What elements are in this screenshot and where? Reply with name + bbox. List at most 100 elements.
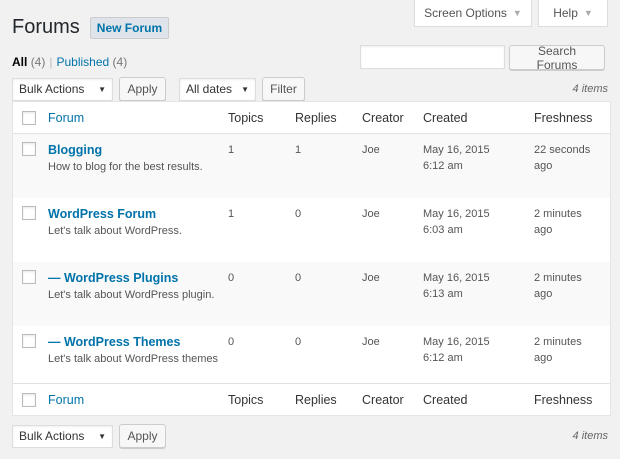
forum-description: Let's talk about WordPress.: [48, 225, 182, 237]
created-cell: May 16, 2015 6:12 am: [423, 334, 490, 366]
caret-down-icon: ▼: [98, 431, 106, 441]
created-cell: May 16, 2015 6:13 am: [423, 270, 490, 302]
row-checkbox[interactable]: [22, 334, 36, 348]
row-checkbox[interactable]: [22, 142, 36, 156]
forums-table: Forum Topics Replies Creator Created Fre…: [12, 101, 611, 416]
table-row: — WordPress Themes Let's talk about Word…: [13, 326, 610, 390]
replies-count: 0: [295, 208, 302, 220]
page-header: Forums New Forum: [12, 16, 170, 39]
date-filter-select[interactable]: All dates ▼: [179, 77, 256, 101]
table-row: WordPress Forum Let's talk about WordPre…: [13, 198, 610, 262]
created-cell: May 16, 2015 6:12 am: [423, 142, 490, 174]
creator-link[interactable]: Joe: [362, 142, 380, 158]
created-cell: May 16, 2015 6:03 am: [423, 206, 490, 238]
created-date: May 16, 2015: [423, 208, 490, 220]
screen-options-tab[interactable]: Screen Options ▼: [414, 0, 532, 27]
bulk-actions-select[interactable]: Bulk Actions ▼: [12, 424, 113, 448]
freshness-value: 2 minutes: [534, 336, 582, 348]
row-checkbox[interactable]: [22, 270, 36, 284]
freshness-suffix: ago: [534, 224, 553, 236]
creator-link[interactable]: Joe: [362, 270, 380, 286]
forum-title-link[interactable]: — WordPress Themes: [48, 334, 218, 350]
help-label: Help: [553, 6, 578, 20]
forum-title-link[interactable]: — WordPress Plugins: [48, 270, 214, 286]
sort-forum-link[interactable]: Forum: [48, 393, 84, 407]
column-topics: Topics: [228, 392, 264, 407]
help-tab[interactable]: Help ▼: [538, 0, 608, 27]
apply-button[interactable]: Apply: [119, 77, 166, 101]
new-forum-button[interactable]: New Forum: [89, 16, 170, 39]
topics-count: 0: [228, 336, 235, 348]
tablenav-top: Bulk Actions ▼ Apply All dates ▼ Filter …: [12, 77, 608, 101]
tablenav-bottom: Bulk Actions ▼ Apply 4 items: [12, 424, 608, 448]
created-time: 6:12 am: [423, 352, 463, 364]
topics-count: 1: [228, 144, 235, 156]
created-date: May 16, 2015: [423, 272, 490, 284]
bulk-actions-select[interactable]: Bulk Actions ▼: [12, 77, 113, 101]
freshness-suffix: ago: [534, 288, 553, 300]
bulk-actions-value: Bulk Actions: [19, 429, 85, 443]
column-created: Created: [423, 392, 468, 407]
freshness-suffix: ago: [534, 352, 553, 364]
view-all-link[interactable]: All (4): [12, 55, 45, 69]
select-all-checkbox[interactable]: [22, 110, 36, 125]
select-all-checkbox[interactable]: [22, 392, 36, 407]
created-date: May 16, 2015: [423, 336, 490, 348]
table-row: — WordPress Plugins Let's talk about Wor…: [13, 262, 610, 326]
forum-cell: Blogging How to blog for the best result…: [48, 142, 203, 175]
row-checkbox[interactable]: [22, 206, 36, 220]
screen-options-label: Screen Options: [424, 6, 507, 20]
search-box: Search Forums: [360, 44, 605, 72]
forum-description: How to blog for the best results.: [48, 161, 203, 173]
freshness-cell: 2 minutes ago: [534, 334, 582, 366]
forum-description: Let's talk about WordPress themes: [48, 353, 219, 365]
column-freshness: Freshness: [534, 392, 593, 407]
view-published-link[interactable]: Published (4): [56, 55, 127, 69]
topics-count: 0: [228, 272, 235, 284]
creator-link[interactable]: Joe: [362, 206, 380, 222]
apply-button[interactable]: Apply: [119, 424, 166, 448]
replies-count: 1: [295, 144, 302, 156]
freshness-cell: 22 seconds ago: [534, 142, 590, 174]
freshness-value: 2 minutes: [534, 208, 582, 220]
items-count: 4 items: [572, 83, 608, 95]
filter-button[interactable]: Filter: [262, 77, 305, 101]
date-filter-value: All dates: [186, 82, 233, 96]
table-header: Forum Topics Replies Creator Created Fre…: [13, 102, 610, 134]
search-forums-button[interactable]: Search Forums: [509, 44, 605, 72]
creator-link[interactable]: Joe: [362, 334, 380, 350]
view-published-count: (4): [112, 55, 128, 69]
freshness-value: 22 seconds: [534, 144, 591, 156]
forum-cell: — WordPress Plugins Let's talk about Wor…: [48, 270, 214, 303]
forum-title-link[interactable]: Blogging: [48, 142, 203, 158]
created-date: May 16, 2015: [423, 144, 490, 156]
topics-count: 1: [228, 208, 235, 220]
forum-cell: — WordPress Themes Let's talk about Word…: [48, 334, 218, 367]
created-time: 6:12 am: [423, 160, 463, 172]
sort-forum-link[interactable]: Forum: [48, 111, 84, 125]
freshness-cell: 2 minutes ago: [534, 206, 582, 238]
caret-down-icon: ▼: [512, 8, 522, 18]
freshness-suffix: ago: [534, 160, 553, 172]
created-time: 6:03 am: [423, 224, 463, 236]
view-all-count: (4): [30, 55, 46, 69]
caret-down-icon: ▼: [583, 8, 593, 18]
items-count: 4 items: [572, 430, 608, 442]
table-row: Blogging How to blog for the best result…: [13, 134, 610, 198]
freshness-cell: 2 minutes ago: [534, 270, 582, 302]
freshness-value: 2 minutes: [534, 272, 582, 284]
page-title: Forums: [12, 16, 80, 38]
forum-title-link[interactable]: WordPress Forum: [48, 206, 182, 222]
column-topics: Topics: [228, 110, 264, 125]
view-published-label: Published: [56, 55, 110, 69]
column-freshness: Freshness: [534, 110, 593, 125]
column-replies: Replies: [295, 110, 337, 125]
search-input[interactable]: [360, 45, 505, 69]
forum-description: Let's talk about WordPress plugin.: [48, 289, 215, 301]
column-creator: Creator: [362, 110, 404, 125]
column-created: Created: [423, 110, 468, 125]
caret-down-icon: ▼: [98, 84, 106, 94]
created-time: 6:13 am: [423, 288, 463, 300]
replies-count: 0: [295, 272, 302, 284]
forum-cell: WordPress Forum Let's talk about WordPre…: [48, 206, 182, 239]
